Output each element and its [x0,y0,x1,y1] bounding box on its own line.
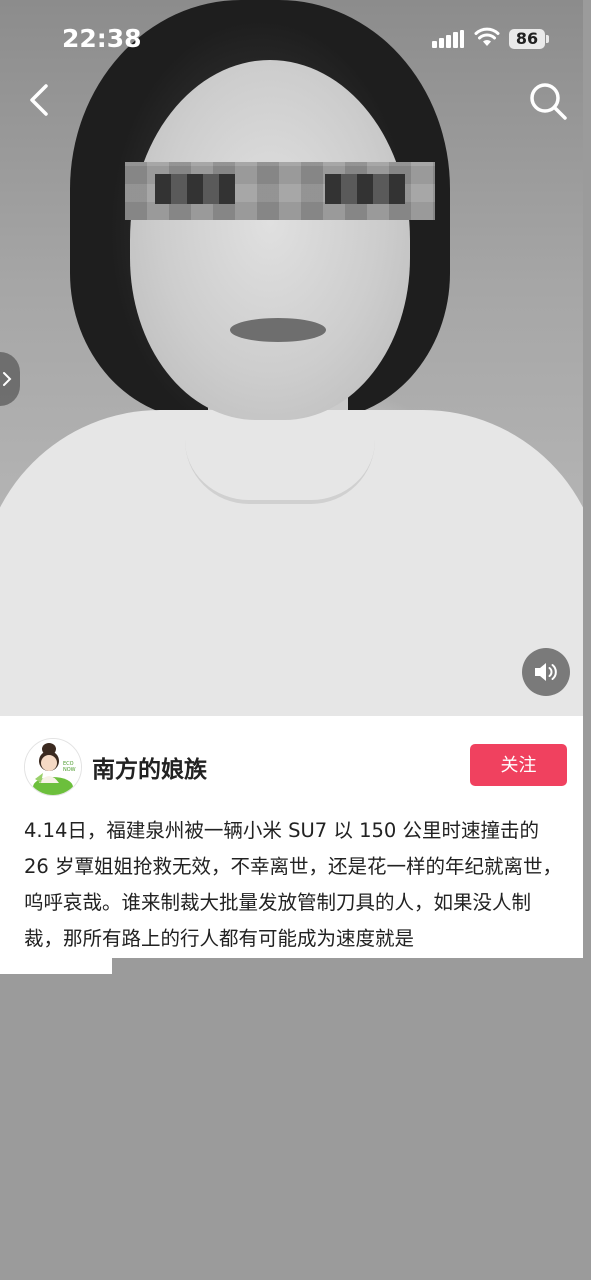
speaker-icon [535,663,557,681]
mosaic-eye-right [325,174,405,204]
status-time: 22:38 [62,24,142,53]
overlay-notch [0,958,112,974]
sound-toggle-button[interactable] [522,648,570,696]
post-text: 4.14日，福建泉州被一辆小米 SU7 以 150 公里时速撞击的 26 岁覃姐… [24,819,563,950]
author-name[interactable]: 南方的娘族 [92,750,207,784]
author-row: ECO NOW 南方的娘族 关注 [0,716,583,816]
back-button[interactable] [22,80,62,120]
mosaic-eye-left [155,174,235,204]
status-bar: 22:38 86 [0,0,583,70]
follow-button[interactable]: 关注 [470,744,567,786]
search-button[interactable] [526,79,570,123]
svg-text:NOW: NOW [63,767,76,773]
battery-icon: 86 [509,29,545,49]
post-image[interactable] [0,0,583,716]
wifi-icon [474,27,500,46]
image-face [130,60,410,420]
author-avatar[interactable]: ECO NOW [24,738,82,796]
censor-mosaic [125,162,435,220]
gray-overlay [0,958,591,1280]
avatar-illustration: ECO NOW [25,739,81,795]
image-mouth [230,318,326,342]
battery-tip [546,35,549,43]
chevron-right-icon [3,372,12,386]
signal-icon [432,30,464,48]
